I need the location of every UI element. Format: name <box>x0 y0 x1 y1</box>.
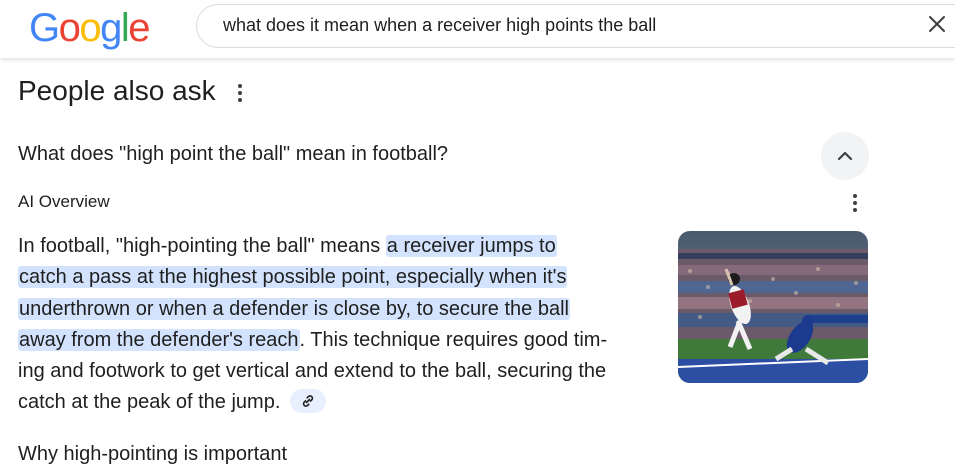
answer-line: underthrown or when a defender is close … <box>18 294 666 325</box>
answer-highlight: underthrown or when a defender is close … <box>18 297 570 320</box>
chevron-up-icon <box>837 151 853 161</box>
section-heading: Why high-pointing is important <box>18 443 288 465</box>
answer-line: away from the defender's reach. This tec… <box>18 325 666 356</box>
logo-letter: l <box>120 6 130 50</box>
collapse-button[interactable] <box>821 132 869 180</box>
logo-letter: g <box>100 6 122 50</box>
answer-text: In football, "high-pointing the ball" me… <box>18 235 386 257</box>
paa-question[interactable]: What does "high point the ball" mean in … <box>18 143 448 166</box>
answer-highlight: away from the defender's reach <box>18 328 300 351</box>
people-also-ask-title: People also ask <box>18 75 216 106</box>
link-icon <box>303 395 314 408</box>
answer-text: catch at the peak of the jump. <box>18 391 281 414</box>
logo-letter: o <box>58 6 81 50</box>
close-icon[interactable] <box>927 14 947 34</box>
answer-line: catch a pass at the highest possible poi… <box>18 262 666 293</box>
answer-text: ing and footwork to get vertical and ext… <box>18 360 607 383</box>
google-logo[interactable]: Google <box>29 4 150 52</box>
football-catch-photo[interactable] <box>678 231 868 383</box>
search-input[interactable]: what does it mean when a receiver high p… <box>196 4 955 48</box>
ai-overview-label: AI Overview <box>18 192 110 211</box>
logo-letter: e <box>128 6 150 50</box>
ai-overview-answer: In football, "high-pointing the ball" me… <box>18 231 666 419</box>
top-bar: Google what does it mean when a receiver… <box>0 0 955 58</box>
answer-highlight: a receiver jumps to <box>385 235 557 257</box>
search-query-text[interactable]: what does it mean when a receiver high p… <box>223 15 656 36</box>
more-vert-icon[interactable] <box>848 192 862 214</box>
answer-line: In football, "high-pointing the ball" me… <box>18 231 666 262</box>
more-vert-icon[interactable] <box>233 82 247 104</box>
logo-letter: o <box>79 6 101 50</box>
answer-line: catch at the peak of the jump. <box>18 387 666 418</box>
answer-text: . This technique requires good tim- <box>299 328 608 351</box>
answer-highlight: catch a pass at the highest possible poi… <box>18 266 568 289</box>
answer-line: ing and footwork to get vertical and ext… <box>18 356 666 387</box>
logo-letter: G <box>29 6 60 50</box>
source-link-button[interactable] <box>290 389 327 414</box>
